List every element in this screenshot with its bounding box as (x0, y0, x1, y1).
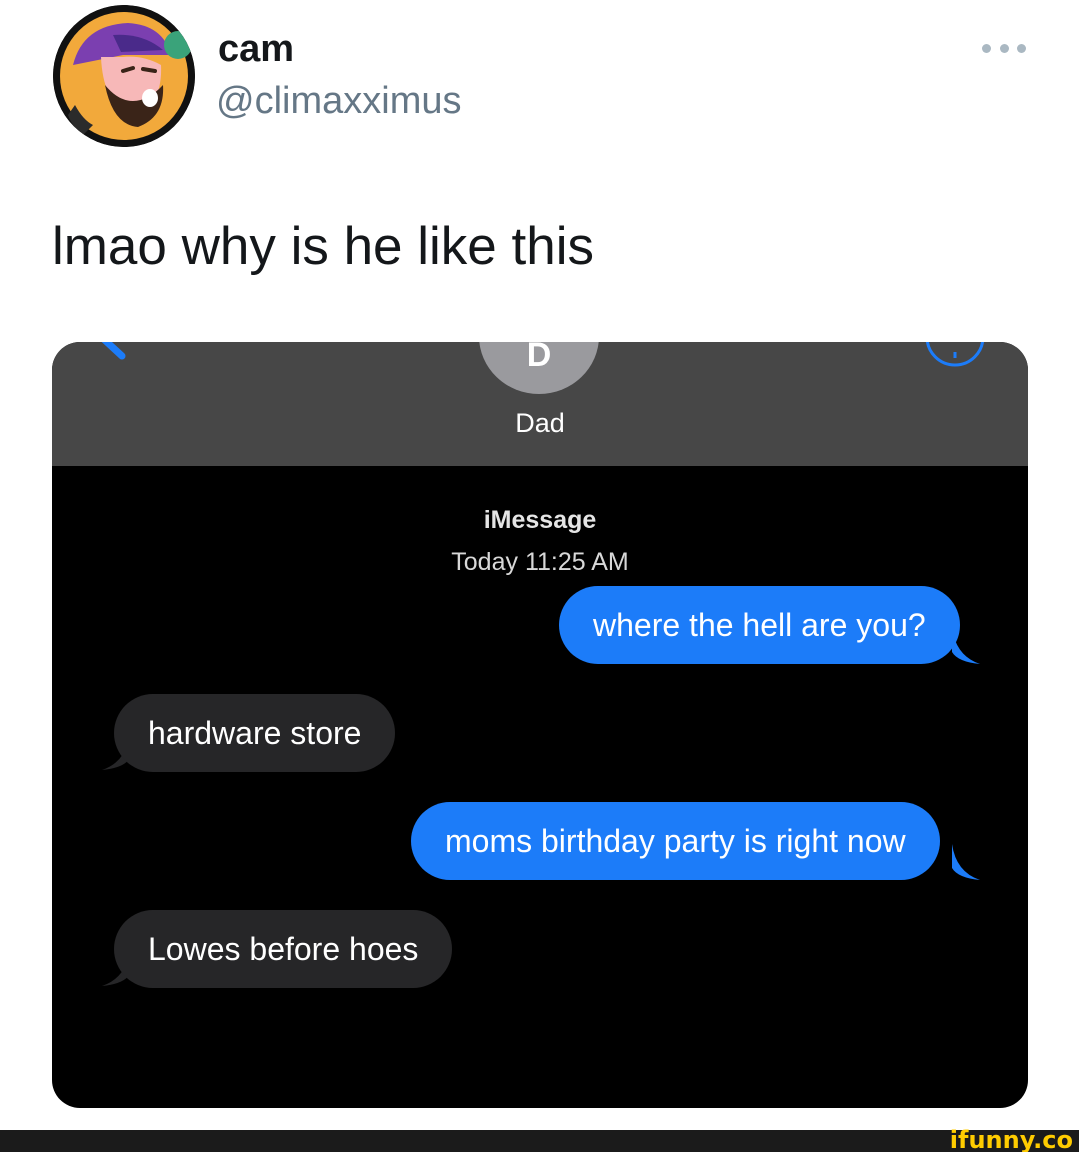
ellipsis-dot (1017, 43, 1026, 53)
bubble-tail (952, 844, 980, 880)
tweet-text: lmao why is he like this (52, 217, 594, 276)
ellipsis-icon[interactable] (982, 34, 1026, 62)
contact-name: Dad (515, 408, 565, 438)
ellipsis-dot (999, 43, 1009, 53)
message-bubble-received: hardware store (114, 694, 396, 772)
service-label: iMessage (483, 506, 597, 534)
back-chevron-icon (101, 342, 126, 360)
contact-initial: D (526, 342, 552, 374)
message-bubble-sent: moms birthday party is right now (411, 802, 940, 880)
ellipsis-dot (982, 43, 991, 53)
author-handle[interactable]: @climaxximus (216, 80, 461, 123)
imessage-screenshot: D Dad iMessage Today 11:25 AM where the … (52, 342, 1028, 1108)
watermark-bar: ifunny.co (0, 1126, 1079, 1152)
message-timestamp: Today 11:25 AM (451, 548, 629, 576)
author-avatar[interactable] (53, 5, 195, 147)
ifunny-watermark: ifunny.co (949, 1126, 1073, 1152)
contact-avatar: D (479, 342, 599, 394)
author-display-name[interactable]: cam (218, 28, 294, 71)
avatar-illustration (53, 5, 195, 147)
message-bubble-received: Lowes before hoes (114, 910, 453, 988)
conversation-header: D Dad (52, 342, 1028, 466)
page: cam @climaxximus lmao why is he like thi… (0, 0, 1079, 1152)
info-icon (925, 342, 985, 367)
message-bubble-sent: where the hell are you? (559, 586, 960, 664)
